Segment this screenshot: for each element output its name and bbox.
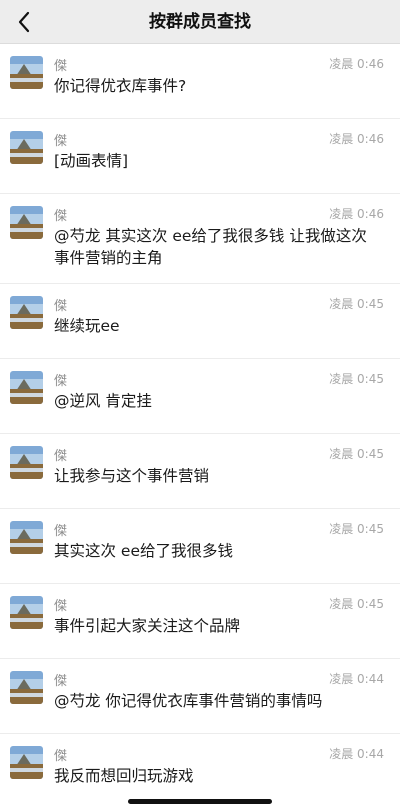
sender-name: 傑 <box>54 599 68 614</box>
home-indicator[interactable] <box>128 799 272 804</box>
message-text: 继续玩ee <box>54 317 120 335</box>
list-item[interactable]: 傑 凌晨 0:44 @芍龙 你记得优衣库事件营销的事情吗 <box>0 659 400 734</box>
list-item[interactable]: 傑 凌晨 0:46 @芍龙 其实这次 ee给了我很多钱 让我做这次事件营销的主角 <box>0 194 400 284</box>
sender-name: 傑 <box>54 374 68 389</box>
sender-name: 傑 <box>54 134 68 149</box>
avatar <box>10 56 43 89</box>
sender-name: 傑 <box>54 59 68 74</box>
sender-name: 傑 <box>54 299 68 314</box>
avatar <box>10 296 43 329</box>
message-time: 凌晨 0:45 <box>329 297 384 311</box>
avatar <box>10 746 43 779</box>
sender-name: 傑 <box>54 749 68 764</box>
list-item[interactable]: 傑 凌晨 0:46 你记得优衣库事件? <box>0 44 400 119</box>
avatar <box>10 371 43 404</box>
message-time: 凌晨 0:45 <box>329 597 384 611</box>
message-text: @逆风 肯定挂 <box>54 392 152 410</box>
message-time: 凌晨 0:46 <box>329 132 384 146</box>
page-title: 按群成员查找 <box>149 12 251 32</box>
avatar <box>10 521 43 554</box>
list-item[interactable]: 傑 凌晨 0:45 继续玩ee <box>0 284 400 359</box>
avatar <box>10 671 43 704</box>
avatar <box>10 596 43 629</box>
sender-name: 傑 <box>54 209 68 224</box>
sender-name: 傑 <box>54 674 68 689</box>
message-text: @芍龙 其实这次 ee给了我很多钱 让我做这次事件营销的主角 <box>54 227 367 267</box>
list-item[interactable]: 傑 凌晨 0:46 [动画表情] <box>0 119 400 194</box>
message-text: 你记得优衣库事件? <box>54 77 187 95</box>
message-time: 凌晨 0:45 <box>329 372 384 386</box>
sender-name: 傑 <box>54 449 68 464</box>
list-item[interactable]: 傑 凌晨 0:45 @逆风 肯定挂 <box>0 359 400 434</box>
sender-name: 傑 <box>54 524 68 539</box>
message-text: [动画表情] <box>54 152 129 170</box>
message-list: 傑 凌晨 0:46 你记得优衣库事件? 傑 凌晨 0:46 [动画表情] 傑 凌… <box>0 44 400 809</box>
avatar <box>10 131 43 164</box>
message-time: 凌晨 0:44 <box>329 747 384 761</box>
message-text: 事件引起大家关注这个品牌 <box>54 617 241 635</box>
message-time: 凌晨 0:46 <box>329 57 384 71</box>
message-time: 凌晨 0:44 <box>329 672 384 686</box>
message-time: 凌晨 0:45 <box>329 447 384 461</box>
list-item[interactable]: 傑 凌晨 0:45 让我参与这个事件营销 <box>0 434 400 509</box>
message-time: 凌晨 0:46 <box>329 207 384 221</box>
message-text: 其实这次 ee给了我很多钱 <box>54 542 234 560</box>
message-text: @芍龙 你记得优衣库事件营销的事情吗 <box>54 692 323 710</box>
list-item[interactable]: 傑 凌晨 0:45 事件引起大家关注这个品牌 <box>0 584 400 659</box>
avatar <box>10 446 43 479</box>
list-item[interactable]: 傑 凌晨 0:44 我反而想回归玩游戏 <box>0 734 400 809</box>
message-time: 凌晨 0:45 <box>329 522 384 536</box>
message-text: 我反而想回归玩游戏 <box>54 767 194 785</box>
nav-bar: 按群成员查找 <box>0 0 400 44</box>
list-item[interactable]: 傑 凌晨 0:45 其实这次 ee给了我很多钱 <box>0 509 400 584</box>
avatar <box>10 206 43 239</box>
message-text: 让我参与这个事件营销 <box>54 467 210 485</box>
